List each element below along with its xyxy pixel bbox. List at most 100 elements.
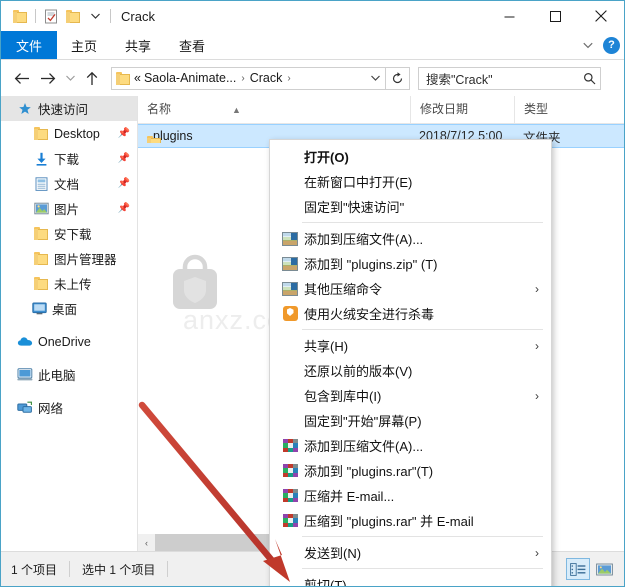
details-view-button[interactable] <box>566 558 590 580</box>
pin-icon[interactable]: 📌 <box>118 153 130 164</box>
column-header-date[interactable]: 修改日期 <box>410 96 514 123</box>
address-field[interactable]: « Saola-Animate... › Crack › <box>111 66 386 90</box>
pictures-icon <box>31 202 51 215</box>
menu-item-add-to-archive-rar[interactable]: 添加到压缩文件(A)... <box>270 433 551 458</box>
menu-item-add-to-archive-zip[interactable]: 添加到压缩文件(A)... <box>270 226 551 251</box>
sidebar-item-documents[interactable]: 文档 📌 <box>1 171 137 196</box>
breadcrumb-overflow[interactable]: « <box>134 71 141 85</box>
tab-share[interactable]: 共享 <box>111 31 165 59</box>
menu-item-add-to-plugins-rar[interactable]: 添加到 "plugins.rar"(T) <box>270 458 551 483</box>
sidebar-item-anxiazai[interactable]: 安下载 <box>1 221 137 246</box>
sidebar-item-onedrive[interactable]: OneDrive <box>1 329 137 354</box>
tab-view[interactable]: 查看 <box>165 31 219 59</box>
back-button[interactable] <box>9 65 35 91</box>
breadcrumb-item-1[interactable]: Crack <box>250 71 283 85</box>
column-header-name-label: 名称 <box>147 102 172 116</box>
search-icon[interactable] <box>578 72 600 85</box>
chevron-right-icon: › <box>535 545 539 560</box>
breadcrumb-separator[interactable]: › <box>239 73 246 84</box>
zip-archive-icon <box>278 231 302 246</box>
up-button[interactable] <box>79 65 105 91</box>
breadcrumb: « Saola-Animate... › Crack › <box>134 71 365 85</box>
sidebar-item-network[interactable]: 网络 <box>1 395 137 420</box>
sort-ascending-icon: ▲ <box>232 105 241 115</box>
menu-item-send-to[interactable]: 发送到(N) › <box>270 540 551 565</box>
context-menu[interactable]: 打开(O) 在新窗口中打开(E) 固定到"快速访问" 添加到压缩文件(A)...… <box>269 139 552 586</box>
recent-locations-icon[interactable] <box>61 65 79 91</box>
menu-item-add-to-plugins-zip[interactable]: 添加到 "plugins.zip" (T) <box>270 251 551 276</box>
minimize-button[interactable] <box>486 1 532 31</box>
menu-item-label: 添加到 "plugins.rar"(T) <box>304 464 434 479</box>
chevron-right-icon: › <box>535 338 539 353</box>
watermark-bag-icon <box>161 253 229 321</box>
pin-icon[interactable]: 📌 <box>118 203 130 214</box>
folder-icon <box>31 277 51 290</box>
navigation-pane[interactable]: 快速访问 Desktop 📌 下载 📌 文档 📌 图片 📌 安下载 图片管理器 … <box>1 96 138 551</box>
large-icons-view-button[interactable] <box>592 558 616 580</box>
column-header-name[interactable]: 名称 ▲ <box>138 96 410 123</box>
menu-item-pin-to-start[interactable]: 固定到"开始"屏幕(P) <box>270 408 551 433</box>
sidebar-item-label: 快速访问 <box>38 103 89 117</box>
scroll-left-button[interactable]: ‹ <box>138 534 155 551</box>
sidebar-item-desktop[interactable]: Desktop 📌 <box>1 121 137 146</box>
divider <box>69 561 71 577</box>
new-folder-icon[interactable] <box>62 5 84 27</box>
folder-icon[interactable] <box>9 5 31 27</box>
menu-item-share[interactable]: 共享(H) › <box>270 333 551 358</box>
close-button[interactable] <box>578 1 624 31</box>
sidebar-item-downloads[interactable]: 下载 📌 <box>1 146 137 171</box>
menu-item-label: 使用火绒安全进行杀毒 <box>304 307 435 322</box>
menu-item-restore-previous-versions[interactable]: 还原以前的版本(V) <box>270 358 551 383</box>
menu-item-include-in-library[interactable]: 包含到库中(I) › <box>270 383 551 408</box>
huorong-shield-icon <box>278 306 302 321</box>
menu-item-cut[interactable]: 剪切(T) <box>270 572 551 586</box>
customize-dropdown-icon[interactable] <box>84 5 106 27</box>
chevron-down-icon[interactable] <box>580 37 596 53</box>
sidebar-item-desktop-cn[interactable]: 桌面 <box>1 296 137 321</box>
document-icon <box>31 176 51 191</box>
menu-item-other-archive-commands[interactable]: 其他压缩命令 › <box>270 276 551 301</box>
address-dropdown-icon[interactable] <box>365 75 385 81</box>
sidebar-item-picture-manager[interactable]: 图片管理器 <box>1 246 137 271</box>
tab-home[interactable]: 主页 <box>57 31 111 59</box>
sidebar-item-this-pc[interactable]: 此电脑 <box>1 362 137 387</box>
menu-item-pin-to-quick-access[interactable]: 固定到"快速访问" <box>270 194 551 219</box>
pin-icon[interactable]: 📌 <box>118 128 130 139</box>
search-box[interactable]: 搜索"Crack" <box>418 66 601 90</box>
search-input[interactable]: 搜索"Crack" <box>419 69 578 88</box>
pin-icon[interactable]: 📌 <box>118 178 130 189</box>
breadcrumb-separator[interactable]: › <box>285 73 292 84</box>
refresh-button[interactable] <box>386 66 410 90</box>
sidebar-item-quick-access[interactable]: 快速访问 <box>1 96 137 121</box>
zip-archive-icon <box>278 256 302 271</box>
menu-item-compress-to-plugins-rar-and-email[interactable]: 压缩到 "plugins.rar" 并 E-mail <box>270 508 551 533</box>
help-icon[interactable]: ? <box>603 36 620 54</box>
menu-separator <box>302 568 543 569</box>
menu-item-huorong-scan[interactable]: 使用火绒安全进行杀毒 <box>270 301 551 326</box>
tab-file[interactable]: 文件 <box>1 31 57 59</box>
sidebar-item-label: 桌面 <box>52 303 78 317</box>
properties-icon[interactable] <box>40 5 62 27</box>
folder-icon <box>31 227 51 240</box>
sidebar-item-label: 文档 <box>54 178 80 192</box>
forward-button[interactable] <box>35 65 61 91</box>
sidebar-item-label: 网络 <box>38 402 64 416</box>
menu-item-label: 压缩到 "plugins.rar" 并 E-mail <box>304 514 474 529</box>
divider <box>110 9 111 23</box>
sidebar-item-pictures[interactable]: 图片 📌 <box>1 196 137 221</box>
breadcrumb-item-0[interactable]: Saola-Animate... <box>144 71 236 85</box>
column-header-type[interactable]: 类型 <box>514 96 594 123</box>
menu-item-label: 添加到压缩文件(A)... <box>304 232 424 247</box>
title-bar: Crack <box>1 1 624 31</box>
menu-item-open[interactable]: 打开(O) <box>270 144 551 169</box>
sidebar-item-not-uploaded[interactable]: 未上传 <box>1 271 137 296</box>
window-title: Crack <box>121 8 155 24</box>
menu-item-compress-and-email[interactable]: 压缩并 E-mail... <box>270 483 551 508</box>
menu-item-label: 固定到"快速访问" <box>304 200 405 215</box>
menu-item-open-new-window[interactable]: 在新窗口中打开(E) <box>270 169 551 194</box>
star-pin-icon <box>15 102 35 116</box>
file-explorer-window: Crack 文件 主页 共享 查看 ? « Saola-Animate... ›… <box>0 0 625 587</box>
column-header-row: 名称 ▲ 修改日期 类型 <box>138 96 624 124</box>
maximize-button[interactable] <box>532 1 578 31</box>
